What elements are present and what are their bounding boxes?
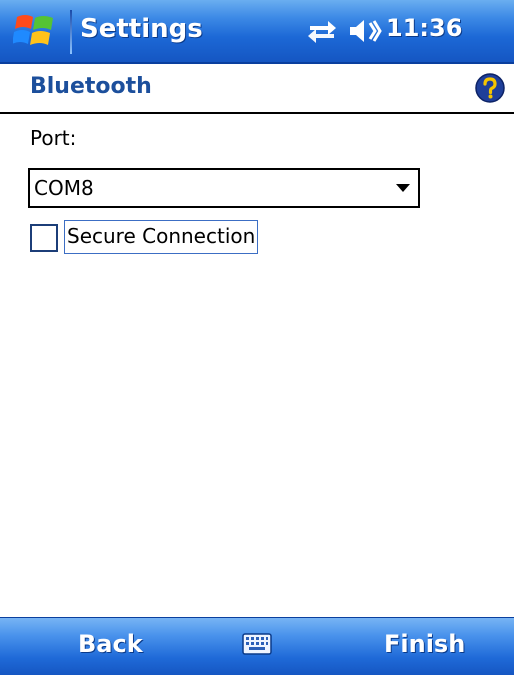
- chevron-down-icon: [396, 184, 410, 192]
- speaker-icon[interactable]: [348, 17, 382, 45]
- port-label: Port:: [30, 126, 77, 150]
- app-title: Settings: [80, 14, 203, 44]
- start-button[interactable]: [0, 0, 70, 62]
- clock[interactable]: 11:36: [386, 14, 462, 42]
- port-selected-value: COM8: [34, 176, 94, 200]
- page-title: Bluetooth: [30, 74, 152, 99]
- windows-logo-icon: [13, 15, 53, 45]
- keyboard-icon[interactable]: [242, 632, 272, 658]
- device-screen: Settings 11:36 Bluetooth Port: COM8 Secu…: [0, 0, 514, 675]
- secure-connection-checkbox[interactable]: [30, 224, 58, 252]
- title-bar: Settings 11:36: [0, 0, 514, 64]
- softkey-bar: Back Finish: [0, 617, 514, 675]
- help-question-icon[interactable]: [474, 72, 506, 104]
- finish-softkey[interactable]: Finish: [384, 630, 465, 658]
- back-softkey[interactable]: Back: [78, 630, 143, 658]
- status-icons: [306, 14, 382, 48]
- page-header: Bluetooth: [0, 64, 514, 114]
- port-select[interactable]: COM8: [28, 168, 420, 208]
- title-separator: [70, 10, 72, 54]
- connectivity-arrows-icon[interactable]: [306, 17, 338, 45]
- secure-connection-label[interactable]: Secure Connection: [64, 220, 259, 254]
